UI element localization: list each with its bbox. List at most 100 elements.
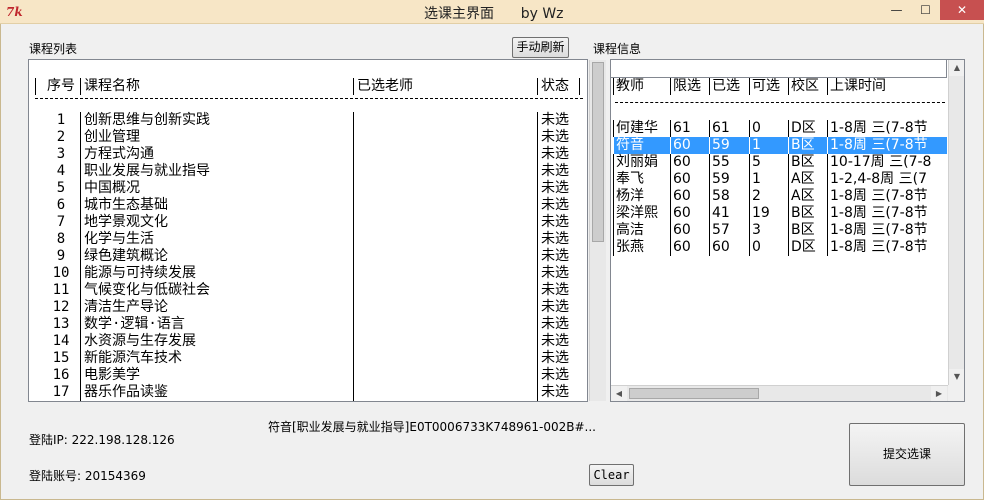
course-name: 创业管理 xyxy=(84,129,140,145)
login-ip: 登陆IP: 222.198.128.126 xyxy=(29,433,175,447)
teacher-name: 奉飞 xyxy=(616,171,644,187)
course-status: 未选 xyxy=(541,384,569,400)
teacher-campus: B区 xyxy=(791,205,815,221)
teacher-campus: B区 xyxy=(791,154,815,170)
title-bar: 7k 选课主界面 by Wz — ☐ ✕ xyxy=(0,0,984,24)
refresh-button[interactable]: 手动刷新 xyxy=(512,37,569,58)
course-info-search-field[interactable] xyxy=(610,59,947,78)
course-no: 16 xyxy=(52,367,70,383)
teacher-chosen: 61 xyxy=(712,120,730,136)
teacher-campus: B区 xyxy=(791,137,815,153)
course-info-vscrollbar[interactable]: ▲ ▼ xyxy=(948,60,964,385)
course-status: 未选 xyxy=(541,316,569,332)
course-name: 中国概况 xyxy=(84,180,140,196)
teacher-row[interactable]: 奉飞 60 59 1 A区 1-2,4-8周 三(7 xyxy=(613,171,947,188)
course-no: 11 xyxy=(52,282,70,298)
teacher-name: 刘丽娟 xyxy=(616,154,658,170)
teacher-available: 3 xyxy=(752,222,761,238)
course-list[interactable]: 序号 课程名称 已选老师 状态 1 创新思维与创新实践 未选 2 创业管理 未选 3 方程式沟… xyxy=(28,59,588,402)
teacher-time: 1-2,4-8周 三(7 xyxy=(830,171,928,187)
course-name: 新能源汽车技术 xyxy=(84,350,182,366)
course-no: 3 xyxy=(56,146,66,162)
scroll-up-icon[interactable]: ▲ xyxy=(949,60,964,76)
course-status: 未选 xyxy=(541,163,569,179)
course-name: 气候变化与低碳社会 xyxy=(84,282,210,298)
course-no: 9 xyxy=(56,248,66,264)
teacher-campus: D区 xyxy=(791,239,816,255)
selected-course-status: 符音[职业发展与就业指导]E0T0006733K748961-002B#... xyxy=(268,420,596,434)
teacher-name: 梁洋熙 xyxy=(616,205,658,221)
clear-button[interactable]: Clear xyxy=(589,464,634,486)
teacher-time: 1-8周 三(7-8节 xyxy=(830,239,928,255)
course-info-label: 课程信息 xyxy=(593,42,642,56)
course-status: 未选 xyxy=(541,112,569,128)
info-header: 教师 限选 已选 可选 校区 上课时间 xyxy=(613,78,947,95)
teacher-row[interactable]: 杨洋 60 58 2 A区 1-8周 三(7-8节 xyxy=(613,188,947,205)
scroll-down-icon[interactable]: ▼ xyxy=(949,369,964,385)
course-list-scroll-thumb[interactable] xyxy=(592,62,604,242)
teacher-limit: 60 xyxy=(673,171,691,187)
course-status: 未选 xyxy=(541,367,569,383)
teacher-campus: A区 xyxy=(791,188,815,204)
course-no: 12 xyxy=(52,299,70,315)
course-name: 绿色建筑概论 xyxy=(84,248,168,264)
teacher-row[interactable]: 何建华 61 61 0 D区 1-8周 三(7-8节 xyxy=(613,120,947,137)
course-no: 1 xyxy=(56,112,66,128)
teacher-name: 何建华 xyxy=(616,120,658,136)
course-status: 未选 xyxy=(541,180,569,196)
maximize-button[interactable]: ☐ xyxy=(911,0,940,20)
course-info-grid[interactable]: 教师 限选 已选 可选 校区 上课时间 何建华 61 61 0 D区 1-8周 三(7-8… xyxy=(610,59,965,402)
course-no: 2 xyxy=(56,129,66,145)
teacher-limit: 60 xyxy=(673,154,691,170)
teacher-campus: B区 xyxy=(791,222,815,238)
course-status: 未选 xyxy=(541,146,569,162)
close-button[interactable]: ✕ xyxy=(940,0,984,20)
course-info-hscroll-thumb[interactable] xyxy=(629,388,759,399)
scroll-left-icon[interactable]: ◀ xyxy=(611,386,627,401)
course-name: 水资源与生存发展 xyxy=(84,333,196,349)
course-name: 创新思维与创新实践 xyxy=(84,112,210,128)
minimize-button[interactable]: — xyxy=(882,0,911,20)
course-no: 8 xyxy=(56,231,66,247)
teacher-name: 张燕 xyxy=(616,239,644,255)
teacher-limit: 60 xyxy=(673,239,691,255)
window-title: 选课主界面 by Wz xyxy=(424,6,564,22)
course-name: 地学景观文化 xyxy=(84,214,168,230)
teacher-row[interactable]: 刘丽娟 60 55 5 B区 10-17周 三(7-8 xyxy=(613,154,947,171)
course-name: 数学·逻辑·语言 xyxy=(84,316,185,332)
teacher-time: 10-17周 三(7-8 xyxy=(830,154,932,170)
teacher-time: 1-8周 三(7-8节 xyxy=(830,222,928,238)
course-no: 10 xyxy=(52,265,70,281)
course-status: 未选 xyxy=(541,299,569,315)
course-name: 方程式沟通 xyxy=(84,146,154,162)
teacher-name: 杨洋 xyxy=(616,188,644,204)
teacher-chosen: 41 xyxy=(712,205,730,221)
course-list-scrollbar[interactable] xyxy=(589,60,606,401)
course-no: 15 xyxy=(52,350,70,366)
scroll-corner xyxy=(948,385,964,401)
info-header-limit: 限选 xyxy=(673,78,701,94)
course-name: 电影美学 xyxy=(84,367,140,383)
course-no: 13 xyxy=(52,316,70,332)
teacher-row[interactable]: 张燕 60 60 0 D区 1-8周 三(7-8节 xyxy=(613,239,947,256)
info-header-time: 上课时间 xyxy=(830,78,886,94)
course-name: 职业发展与就业指导 xyxy=(84,163,210,179)
login-account: 登陆账号: 20154369 xyxy=(29,469,146,483)
teacher-row[interactable]: 高洁 60 57 3 B区 1-8周 三(7-8节 xyxy=(613,222,947,239)
header-name: 课程名称 xyxy=(84,78,140,94)
course-no: 6 xyxy=(56,197,66,213)
teacher-limit: 60 xyxy=(673,222,691,238)
teacher-name: 高洁 xyxy=(616,222,644,238)
course-info-hscrollbar[interactable]: ◀ ▶ xyxy=(611,385,948,401)
header-status: 状态 xyxy=(541,78,569,94)
teacher-available: 5 xyxy=(752,154,761,170)
course-name: 器乐作品读鉴 xyxy=(84,384,168,400)
submit-button[interactable]: 提交选课 xyxy=(849,423,965,486)
teacher-row-selected[interactable]: 符音 60 59 1 B区 1-8周 三(7-8节 xyxy=(613,137,947,154)
course-status: 未选 xyxy=(541,350,569,366)
scroll-right-icon[interactable]: ▶ xyxy=(931,386,947,401)
teacher-row[interactable]: 梁洋熙 60 41 19 B区 1-8周 三(7-8节 xyxy=(613,205,947,222)
teacher-available: 1 xyxy=(752,137,761,153)
info-header-chosen: 已选 xyxy=(712,78,740,94)
course-no: 14 xyxy=(52,333,70,349)
